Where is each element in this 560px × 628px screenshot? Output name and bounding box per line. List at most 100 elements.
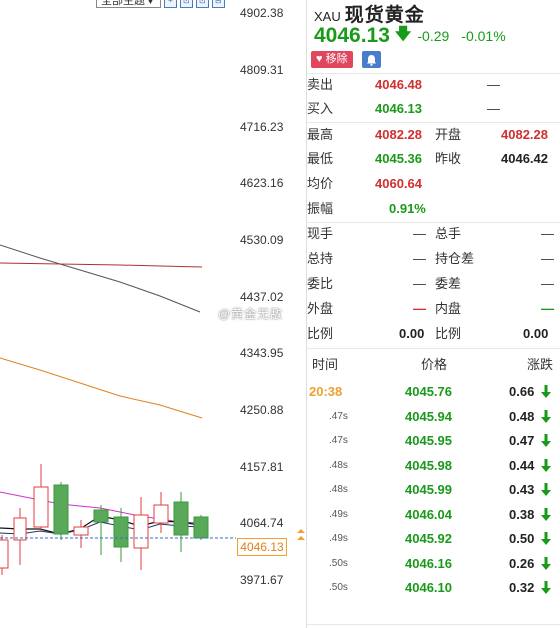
ticks-price-header: 价格	[421, 357, 448, 372]
arrow-down-icon	[541, 507, 551, 521]
tick-change: 0.38	[509, 506, 535, 522]
candle	[33, 464, 49, 532]
y-tick-label: 4064.74	[240, 516, 284, 530]
high-open-row: 最高 4082.28 开盘 4082.28	[307, 124, 560, 146]
ratio-left-label: 比例	[307, 326, 334, 341]
price-change: -0.29	[417, 28, 450, 44]
y-tick-label: 4157.81	[240, 460, 284, 474]
arrow-down-icon	[541, 581, 551, 594]
candle	[13, 508, 27, 565]
layout-icon[interactable]: ⊡	[179, 0, 193, 8]
committee-ratio-label: 委比	[307, 276, 334, 291]
remove-watchlist-button[interactable]: ♥ 移除	[311, 51, 353, 68]
total-hold-label: 总持	[307, 251, 334, 266]
action-row: ♥ 移除	[311, 51, 381, 68]
remove-label: 移除	[325, 53, 348, 65]
ratio-right-value: 0.00	[523, 326, 549, 341]
tick-price: 4045.76	[405, 384, 452, 399]
tick-change: 0.32	[509, 580, 535, 595]
committee-row: 委比 — 委差 —	[307, 273, 560, 295]
hold-diff-label: 持仓差	[435, 251, 475, 266]
candle	[173, 492, 189, 552]
current-hand-value: —	[413, 226, 426, 241]
candle	[153, 492, 169, 533]
tick-row[interactable]: .47s 4045.94 0.48	[307, 407, 560, 427]
tick-time: 20:38	[309, 384, 343, 399]
tick-row[interactable]: .48s 4045.98 0.44	[307, 456, 560, 476]
price-marker-up	[297, 529, 305, 533]
prev-close-value: 4046.42	[501, 151, 548, 166]
buy-label: 买入	[307, 101, 334, 116]
tick-price: 4046.10	[405, 580, 452, 595]
y-tick-label: 4437.02	[240, 290, 284, 304]
open-label: 开盘	[435, 127, 462, 142]
candle	[93, 505, 109, 555]
tick-row[interactable]: .50s 4046.16 0.26	[307, 554, 560, 574]
outer-inner-row: 外盘 — 内盘 —	[307, 298, 560, 320]
low-value: 4045.36	[375, 151, 422, 166]
buy-extra: —	[487, 101, 500, 116]
tick-row[interactable]: .49s 4046.04 0.38	[307, 505, 560, 525]
arrow-down-icon: 🡇	[394, 25, 412, 43]
heart-icon: ♥	[316, 53, 323, 65]
tick-time: .49s	[329, 508, 348, 520]
tick-row[interactable]: .47s 4045.95 0.47	[307, 431, 560, 451]
tick-change: 0.43	[509, 482, 535, 497]
tick-row[interactable]: 20:38 4045.76 0.66	[307, 382, 560, 402]
arrow-down-icon	[541, 532, 551, 545]
window-icon[interactable]: ⊡	[195, 0, 209, 8]
ticks-change-header: 涨跌	[527, 357, 554, 372]
tick-time: .50s	[329, 582, 348, 593]
low-label: 最低	[307, 151, 334, 166]
tick-price: 4046.16	[405, 555, 452, 571]
add-icon[interactable]: +	[163, 0, 177, 8]
sell-label: 卖出	[307, 77, 334, 92]
ma-navy-line	[0, 521, 201, 535]
prev-close-label: 昨收	[435, 151, 462, 166]
tick-row[interactable]: .49s 4045.92 0.50	[307, 529, 560, 549]
total-hand-value: —	[541, 226, 554, 241]
tick-time: .47s	[329, 435, 348, 446]
inner-value: —	[541, 301, 554, 316]
tick-price: 4046.04	[405, 506, 452, 522]
hold-diff-value: —	[541, 251, 554, 266]
high-value: 4082.28	[375, 127, 422, 142]
arrow-down-icon	[541, 483, 551, 496]
divider	[307, 624, 560, 625]
tick-time: .49s	[329, 533, 348, 544]
tick-time: .50s	[329, 557, 348, 569]
candle	[133, 497, 149, 570]
price-summary: 4046.13 🡇 -0.29 -0.01%	[314, 23, 506, 49]
tick-change: 0.66	[509, 384, 535, 399]
y-tick-label: 4343.95	[240, 346, 284, 360]
tick-time: .47s	[329, 410, 348, 422]
minimize-icon[interactable]: ⊟	[211, 0, 225, 8]
committee-diff-value: —	[541, 276, 554, 291]
theme-select[interactable]: 全部主题▼	[96, 0, 161, 8]
candle	[0, 535, 9, 575]
avg-value: 4060.64	[375, 176, 422, 191]
tick-price: 4045.92	[405, 531, 452, 546]
avg-label: 均价	[307, 176, 334, 191]
tick-row[interactable]: .48s 4045.99 0.43	[307, 480, 560, 500]
current-price-tag: 4046.13	[237, 538, 287, 556]
committee-ratio-value: —	[413, 276, 426, 291]
total-hand-label: 总手	[435, 226, 462, 241]
candle	[193, 515, 209, 540]
alert-button[interactable]	[361, 51, 381, 68]
y-tick-label: 3971.67	[240, 573, 284, 587]
ratio-right-label: 比例	[435, 326, 462, 341]
tick-change: 0.44	[509, 457, 535, 473]
ratio-row: 比例 0.00 比例 0.00	[307, 323, 560, 345]
ma-gray-line	[0, 244, 201, 313]
ratio-left-value: 0.00	[399, 326, 425, 341]
committee-diff-label: 委差	[435, 276, 462, 291]
candle	[113, 508, 129, 562]
bell-icon	[366, 54, 376, 66]
outer-label: 外盘	[307, 301, 334, 316]
ma-orange-line	[0, 357, 203, 419]
hold-row: 总持 — 持仓差 —	[307, 248, 560, 270]
ticks-header: 时间 价格 涨跌	[307, 354, 560, 374]
current-hand-label: 现手	[307, 226, 334, 241]
tick-row[interactable]: .50s 4046.10 0.32	[307, 578, 560, 598]
